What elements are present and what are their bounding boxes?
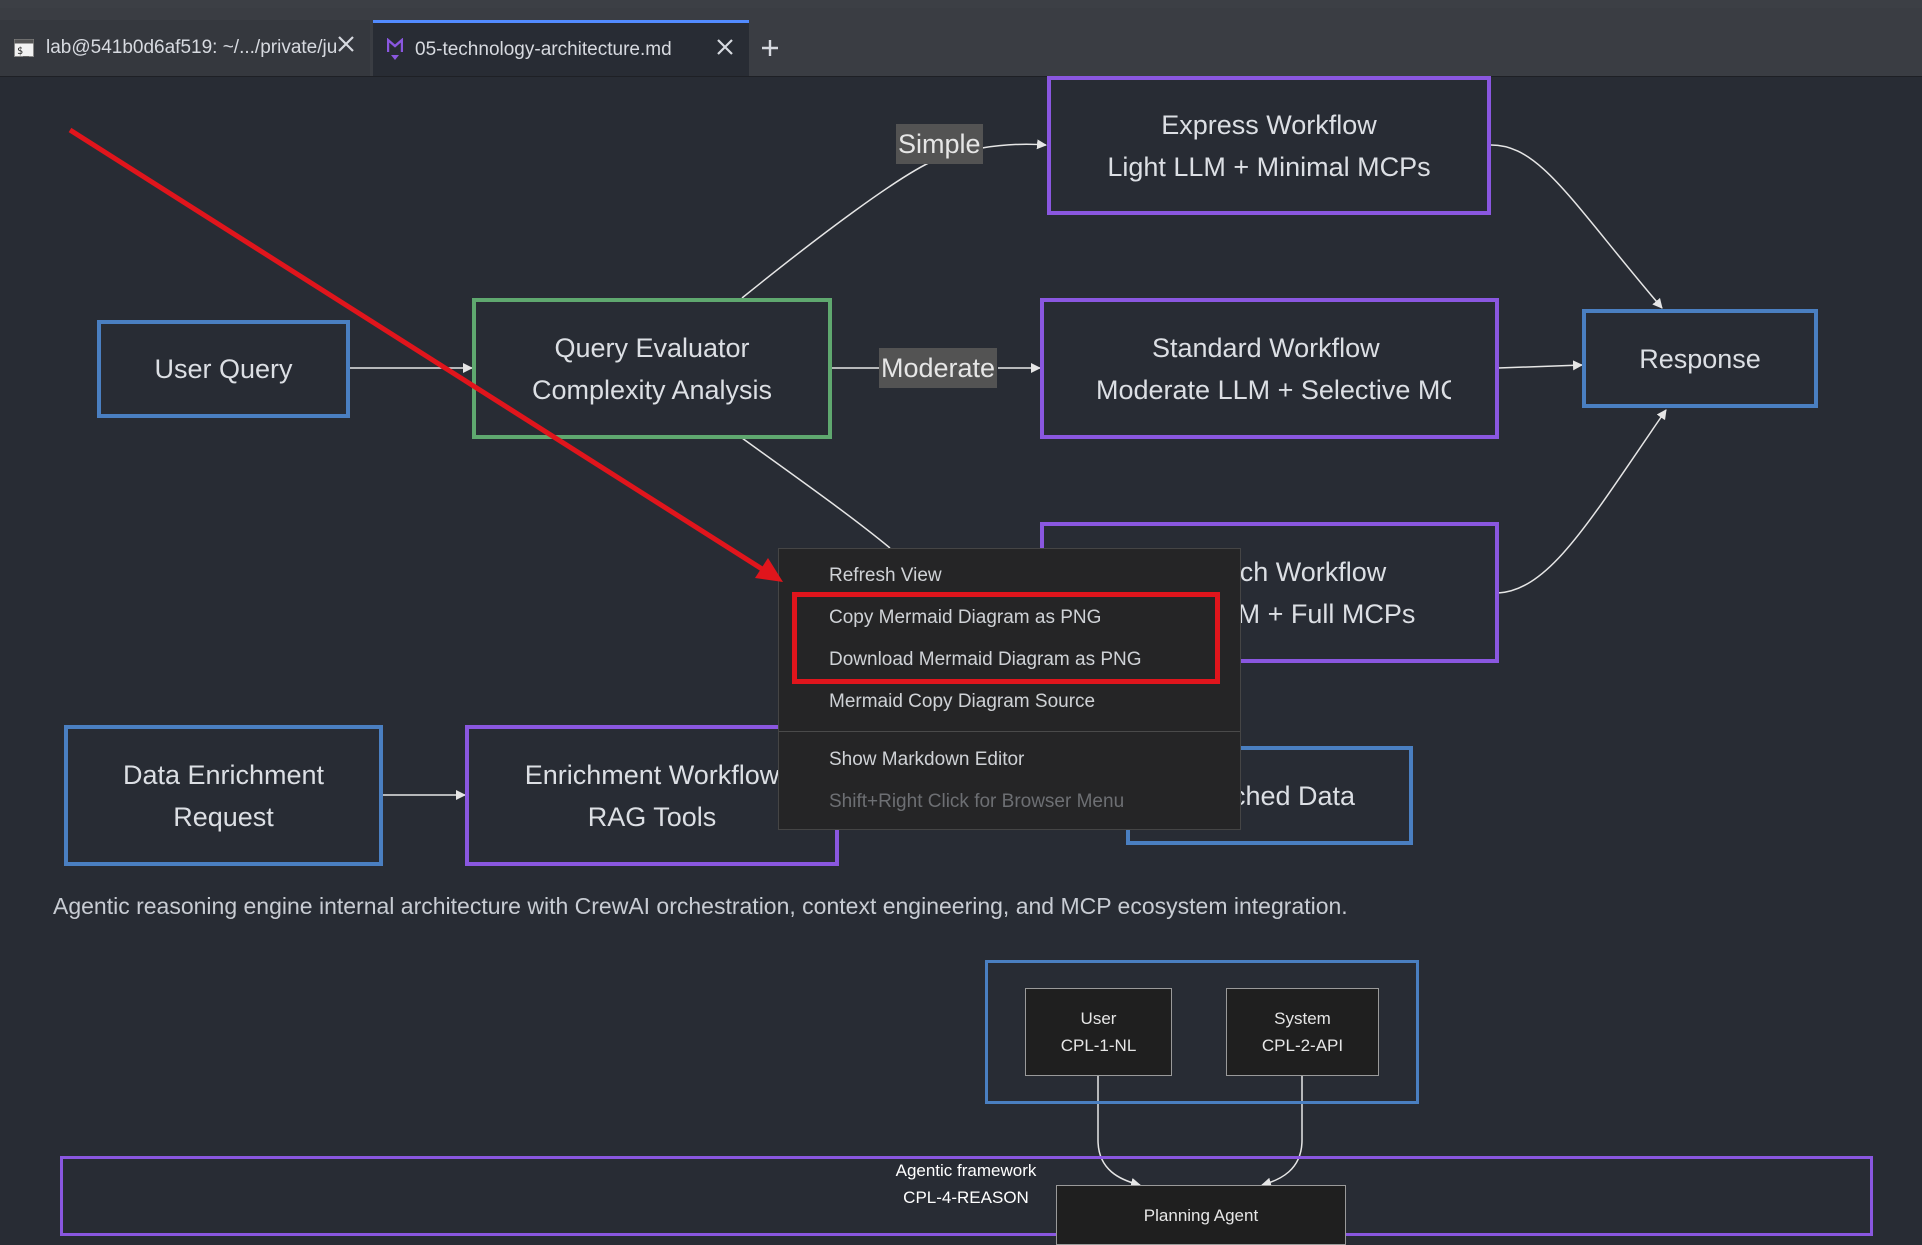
annotation-arrow: [68, 127, 783, 582]
